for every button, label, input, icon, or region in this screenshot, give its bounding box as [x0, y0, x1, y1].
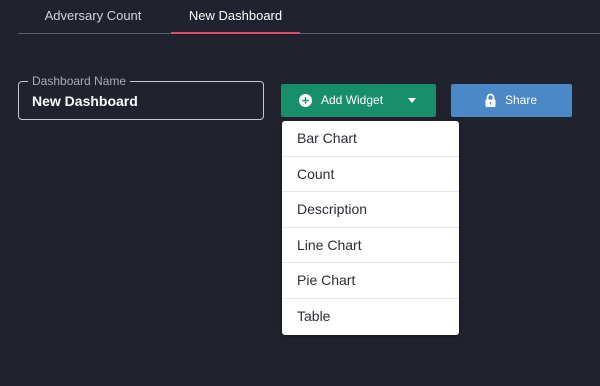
menu-item-bar-chart[interactable]: Bar Chart — [282, 121, 459, 157]
tab-adversary-count[interactable]: Adversary Count — [32, 0, 154, 32]
tab-bar: Adversary Count New Dashboard — [18, 0, 600, 34]
caret-down-icon[interactable] — [408, 98, 416, 103]
menu-item-count[interactable]: Count — [282, 157, 459, 193]
tab-label: New Dashboard — [188, 8, 283, 23]
lock-icon — [485, 93, 496, 107]
menu-item-pie-chart[interactable]: Pie Chart — [282, 263, 459, 299]
menu-item-table[interactable]: Table — [282, 299, 459, 335]
menu-item-description[interactable]: Description — [282, 192, 459, 228]
tab-new-dashboard[interactable]: New Dashboard — [171, 0, 300, 34]
dashboard-name-label: Dashboard Name — [28, 73, 131, 89]
add-widget-label: Add Widget — [321, 93, 384, 107]
dashboard-name-input[interactable]: New Dashboard — [32, 92, 138, 110]
add-widget-button[interactable]: Add Widget — [281, 84, 436, 117]
plus-circle-icon — [299, 94, 312, 107]
dashboard-page: Adversary Count New Dashboard Dashboard … — [0, 0, 600, 386]
active-tab-indicator — [171, 32, 300, 34]
add-widget-dropdown-menu: Bar Chart Count Description Line Chart P… — [282, 121, 459, 335]
tab-label: Adversary Count — [44, 8, 142, 23]
share-label: Share — [505, 93, 538, 107]
share-button[interactable]: Share — [451, 84, 572, 117]
menu-item-line-chart[interactable]: Line Chart — [282, 228, 459, 264]
dashboard-name-field[interactable]: Dashboard Name New Dashboard — [18, 73, 264, 120]
